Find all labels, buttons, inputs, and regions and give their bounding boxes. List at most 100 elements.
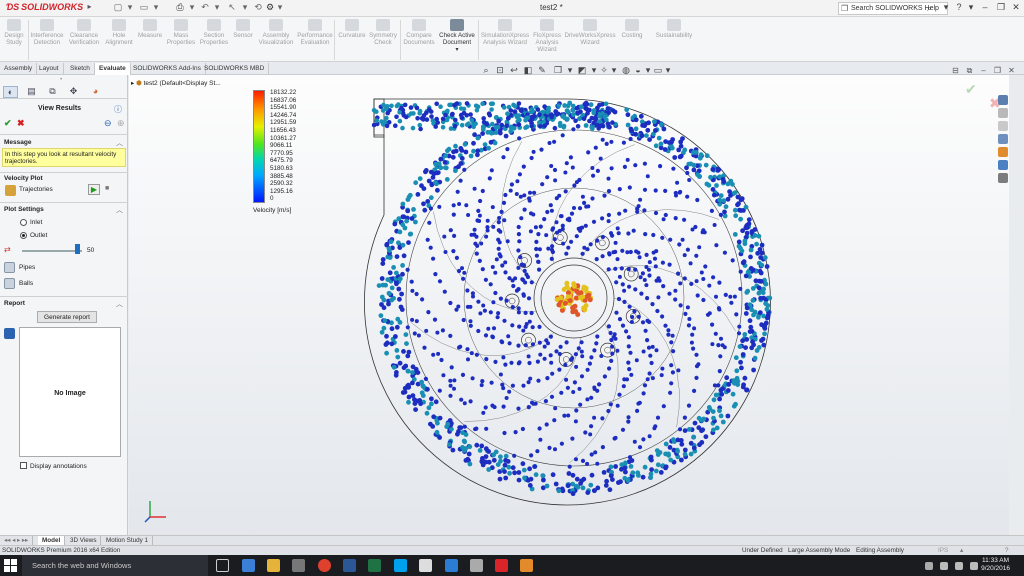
curvature-button[interactable]: Curvature: [337, 19, 367, 39]
ok-check-icon[interactable]: ✔: [4, 118, 12, 129]
tray-keyboard-icon[interactable]: [970, 562, 978, 570]
viewport-tile-icon[interactable]: ⧉: [964, 66, 975, 76]
new-document-icon[interactable]: ▢: [112, 2, 124, 14]
stop-icon[interactable]: ■: [105, 185, 109, 192]
solidworks-logo[interactable]: ƊS SOLIDWORKS: [6, 2, 83, 12]
measure-button[interactable]: Measure: [136, 19, 164, 39]
excel-icon[interactable]: [368, 559, 381, 572]
display-annotations-checkbox[interactable]: [20, 462, 27, 469]
tray-arrow-icon[interactable]: [925, 562, 933, 570]
collapse-chevron-icon[interactable]: ︿: [116, 205, 123, 215]
configuration-manager-tab-icon[interactable]: ⧉: [45, 86, 60, 98]
property-manager-tab-icon[interactable]: ▤: [24, 86, 39, 98]
outlet-radio[interactable]: [20, 232, 27, 239]
edge-browser-icon[interactable]: [242, 559, 255, 572]
help-dropdown-icon[interactable]: ▾: [965, 2, 977, 13]
design-study-button[interactable]: Design Study: [2, 19, 26, 46]
check-dropdown-icon[interactable]: ▾: [438, 46, 476, 53]
tab-solidworks-mbd[interactable]: SOLIDWORKS MBD: [200, 63, 270, 75]
windows-start-icon[interactable]: [4, 559, 18, 573]
generate-report-button[interactable]: Generate report: [37, 311, 97, 323]
sustainability-button[interactable]: Sustainability: [652, 19, 696, 39]
display-style-icon[interactable]: ◩: [576, 65, 588, 76]
viewport-close-icon[interactable]: ✕: [1006, 66, 1017, 75]
calculator-icon[interactable]: [419, 559, 432, 572]
tab-layout[interactable]: Layout: [35, 63, 64, 75]
zoom-area-icon[interactable]: ⊡: [494, 65, 506, 76]
inlet-radio[interactable]: [20, 219, 27, 226]
floxpress-button[interactable]: FloXpress Analysis Wizard: [532, 19, 562, 53]
previous-view-icon[interactable]: ↩: [508, 65, 520, 76]
open-document-icon[interactable]: ▭: [138, 2, 150, 14]
skype-icon[interactable]: [394, 559, 407, 572]
check-active-document-button[interactable]: Check Active Document ▾: [438, 19, 476, 53]
app-taskbar-icon[interactable]: [520, 559, 533, 572]
viewport-minimize-icon[interactable]: –: [978, 66, 989, 75]
logo-menu-arrow-icon[interactable]: ▸: [85, 2, 94, 14]
section-view-icon[interactable]: ◧: [522, 65, 534, 76]
next-arrow-icon[interactable]: ⊕: [117, 118, 125, 129]
select-dropdown-icon[interactable]: ▾: [241, 2, 249, 14]
tray-clock[interactable]: 11:33 AM 9/20/2016: [981, 557, 1010, 573]
graphics-viewport[interactable]: ▸ ⬢ test2 (Default<Display St... 18132.2…: [129, 75, 1009, 535]
tray-volume-icon[interactable]: [955, 562, 963, 570]
units-dropdown-icon[interactable]: ▴: [960, 547, 963, 554]
dynamic-annotation-icon[interactable]: ✎: [536, 65, 548, 76]
display-manager-tab-icon[interactable]: ◕: [88, 86, 103, 98]
sensor-button[interactable]: Sensor: [232, 19, 254, 39]
driveworksxpress-button[interactable]: DriveWorksXpress Wizard: [563, 19, 617, 46]
undo-dropdown-icon[interactable]: ▾: [213, 2, 221, 14]
snipping-icon[interactable]: [470, 559, 483, 572]
balls-icon[interactable]: [4, 278, 15, 289]
costing-button[interactable]: Costing: [619, 19, 645, 39]
interference-detection-button[interactable]: Interference Detection: [30, 19, 64, 46]
tab-solidworks-add-ins[interactable]: SOLIDWORKS Add-Ins: [129, 63, 206, 75]
mass-properties-button[interactable]: Mass Properties: [166, 19, 196, 46]
open-dropdown-icon[interactable]: ▾: [152, 2, 160, 14]
task-view-icon[interactable]: [216, 559, 229, 572]
edit-appearance-icon[interactable]: ◍: [620, 65, 632, 76]
print-icon[interactable]: ⎙: [174, 2, 186, 14]
tab-assembly[interactable]: Assembly: [0, 63, 38, 75]
taskbar-search-input[interactable]: Search the web and Windows: [22, 555, 208, 576]
select-icon[interactable]: ↖: [226, 2, 238, 14]
viewport-split-icon[interactable]: ⊟: [950, 66, 961, 75]
options-gear-icon[interactable]: ⚙: [264, 2, 276, 14]
word-icon[interactable]: [343, 559, 356, 572]
options-dropdown-icon[interactable]: ▾: [276, 2, 284, 14]
zoom-to-fit-icon[interactable]: ⌕: [480, 65, 492, 76]
view-settings-dropdown-icon[interactable]: ▾: [662, 65, 674, 76]
collapse-chevron-icon[interactable]: ︿: [116, 138, 123, 148]
undo-icon[interactable]: ↶: [199, 2, 211, 14]
store-icon[interactable]: [292, 559, 305, 572]
file-explorer-taskbar-icon[interactable]: [267, 559, 280, 572]
viewport-restore-icon[interactable]: ❐: [992, 66, 1003, 75]
minimize-icon[interactable]: –: [979, 2, 991, 12]
mail-icon[interactable]: [445, 559, 458, 572]
fan-model-render[interactable]: [129, 75, 1009, 535]
close-icon[interactable]: ✕: [1010, 2, 1022, 13]
restore-icon[interactable]: ❐: [995, 2, 1007, 13]
tab-sketch[interactable]: Sketch: [66, 63, 95, 75]
view-orientation-dropdown-icon[interactable]: ▾: [564, 65, 576, 76]
section-properties-button[interactable]: Section Properties: [198, 19, 230, 46]
pipes-icon[interactable]: [4, 262, 15, 273]
help-circle-icon[interactable]: ⓘ: [114, 104, 122, 115]
particle-slider-thumb[interactable]: [75, 244, 80, 254]
clearance-verification-button[interactable]: Clearance Verification: [66, 19, 102, 46]
print-dropdown-icon[interactable]: ▾: [188, 2, 196, 14]
tab-evaluate[interactable]: Evaluate: [95, 63, 131, 75]
hide-show-dropdown-icon[interactable]: ▾: [608, 65, 620, 76]
search-dropdown-icon[interactable]: ▾: [940, 2, 952, 13]
save-report-icon[interactable]: [4, 328, 15, 339]
view-orientation-icon[interactable]: ❒: [552, 65, 564, 76]
help-icon[interactable]: ?: [953, 2, 965, 12]
simulationxpress-button[interactable]: SimulationXpress Analysis Wizard: [480, 19, 530, 46]
compare-documents-button[interactable]: Compare Documents: [402, 19, 436, 46]
collapse-chevron-icon[interactable]: ︿: [116, 299, 123, 309]
hole-alignment-button[interactable]: Hole Alignment: [104, 19, 134, 46]
symmetry-check-button[interactable]: Symmetry Check: [368, 19, 398, 46]
search-icon[interactable]: ⌕: [927, 3, 932, 14]
rebuild-icon[interactable]: ⟲: [252, 2, 264, 14]
solidworks-taskbar-icon[interactable]: [495, 559, 508, 572]
